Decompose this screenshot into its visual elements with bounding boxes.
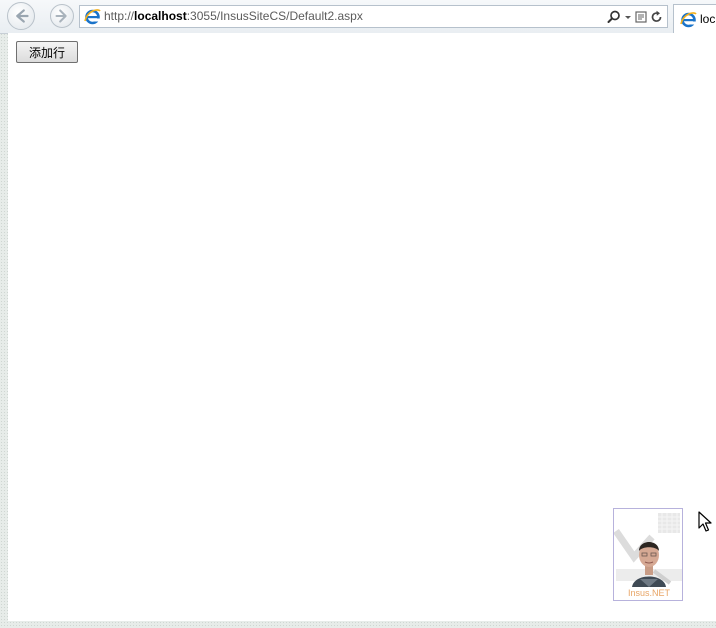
ie-icon [84,9,101,25]
url-text[interactable]: http://localhost:3055/InsusSiteCS/Defaul… [104,9,363,23]
compatibility-icon[interactable] [635,10,647,24]
forward-button[interactable] [50,4,74,28]
url-host: localhost [134,9,187,23]
ie-icon [680,12,697,28]
tab-label: loc [700,12,716,26]
page-content: 添加行 Insus.NET [8,33,716,621]
url-path: :3055/InsusSiteCS/Default2.aspx [186,9,363,23]
browser-toolbar: http://localhost:3055/InsusSiteCS/Defaul… [0,0,716,34]
url-prefix: http:// [104,9,135,23]
dropdown-icon[interactable] [624,10,632,24]
refresh-icon[interactable] [650,10,663,24]
forward-icon [55,9,67,23]
address-tools [607,8,663,25]
address-bar[interactable]: http://localhost:3055/InsusSiteCS/Defaul… [79,5,668,28]
logo-text: Insus.NET [628,588,671,598]
cursor-icon [698,511,712,532]
back-icon [16,9,29,23]
back-button[interactable] [7,2,35,30]
search-icon[interactable] [607,10,621,24]
tab-current-page[interactable]: loc [673,4,716,33]
add-row-button[interactable]: 添加行 [16,41,78,63]
insus-net-logo: Insus.NET [613,508,683,601]
